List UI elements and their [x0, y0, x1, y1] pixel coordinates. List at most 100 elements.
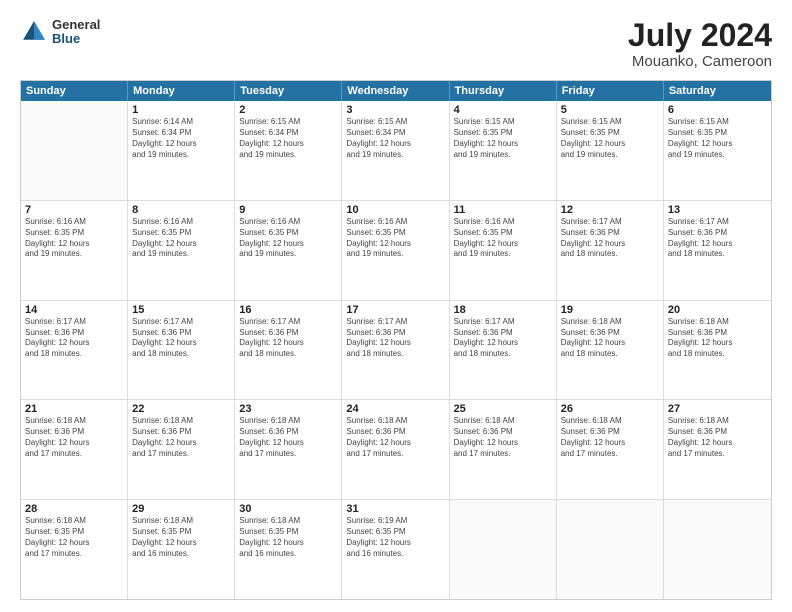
title-block: July 2024 Mouanko, Cameroon	[628, 18, 772, 70]
day-number: 12	[561, 204, 659, 216]
day-number: 15	[132, 304, 230, 316]
day-number: 22	[132, 403, 230, 415]
calendar-day-cell	[557, 500, 664, 599]
calendar-day-cell: 9Sunrise: 6:16 AM Sunset: 6:35 PM Daylig…	[235, 201, 342, 300]
calendar-day-cell: 29Sunrise: 6:18 AM Sunset: 6:35 PM Dayli…	[128, 500, 235, 599]
calendar-day-cell: 3Sunrise: 6:15 AM Sunset: 6:34 PM Daylig…	[342, 101, 449, 200]
day-number: 6	[668, 104, 767, 116]
day-info: Sunrise: 6:18 AM Sunset: 6:36 PM Dayligh…	[668, 416, 767, 459]
calendar-day-cell: 13Sunrise: 6:17 AM Sunset: 6:36 PM Dayli…	[664, 201, 771, 300]
day-number: 1	[132, 104, 230, 116]
logo-blue: Blue	[52, 32, 100, 46]
day-number: 24	[346, 403, 444, 415]
day-info: Sunrise: 6:15 AM Sunset: 6:34 PM Dayligh…	[346, 117, 444, 160]
calendar-day-cell: 28Sunrise: 6:18 AM Sunset: 6:35 PM Dayli…	[21, 500, 128, 599]
day-info: Sunrise: 6:18 AM Sunset: 6:36 PM Dayligh…	[239, 416, 337, 459]
calendar: SundayMondayTuesdayWednesdayThursdayFrid…	[20, 80, 772, 600]
day-number: 23	[239, 403, 337, 415]
day-info: Sunrise: 6:15 AM Sunset: 6:35 PM Dayligh…	[668, 117, 767, 160]
day-info: Sunrise: 6:18 AM Sunset: 6:36 PM Dayligh…	[668, 317, 767, 360]
day-info: Sunrise: 6:17 AM Sunset: 6:36 PM Dayligh…	[454, 317, 552, 360]
day-number: 19	[561, 304, 659, 316]
day-info: Sunrise: 6:18 AM Sunset: 6:36 PM Dayligh…	[346, 416, 444, 459]
calendar-day-cell: 19Sunrise: 6:18 AM Sunset: 6:36 PM Dayli…	[557, 301, 664, 400]
logo-icon	[20, 18, 48, 46]
calendar-day-cell: 8Sunrise: 6:16 AM Sunset: 6:35 PM Daylig…	[128, 201, 235, 300]
day-info: Sunrise: 6:18 AM Sunset: 6:36 PM Dayligh…	[454, 416, 552, 459]
day-number: 31	[346, 503, 444, 515]
calendar-day-cell: 24Sunrise: 6:18 AM Sunset: 6:36 PM Dayli…	[342, 400, 449, 499]
calendar-day-cell: 7Sunrise: 6:16 AM Sunset: 6:35 PM Daylig…	[21, 201, 128, 300]
calendar-header-row: SundayMondayTuesdayWednesdayThursdayFrid…	[21, 81, 771, 101]
day-info: Sunrise: 6:16 AM Sunset: 6:35 PM Dayligh…	[454, 217, 552, 260]
header: General Blue July 2024 Mouanko, Cameroon	[20, 18, 772, 70]
day-info: Sunrise: 6:14 AM Sunset: 6:34 PM Dayligh…	[132, 117, 230, 160]
calendar-day-cell: 5Sunrise: 6:15 AM Sunset: 6:35 PM Daylig…	[557, 101, 664, 200]
calendar-day-cell: 31Sunrise: 6:19 AM Sunset: 6:35 PM Dayli…	[342, 500, 449, 599]
day-info: Sunrise: 6:15 AM Sunset: 6:35 PM Dayligh…	[454, 117, 552, 160]
day-info: Sunrise: 6:18 AM Sunset: 6:35 PM Dayligh…	[25, 516, 123, 559]
day-number: 26	[561, 403, 659, 415]
logo-text: General Blue	[52, 18, 100, 47]
day-info: Sunrise: 6:18 AM Sunset: 6:35 PM Dayligh…	[132, 516, 230, 559]
calendar-header-cell: Tuesday	[235, 81, 342, 101]
day-info: Sunrise: 6:17 AM Sunset: 6:36 PM Dayligh…	[561, 217, 659, 260]
calendar-day-cell: 22Sunrise: 6:18 AM Sunset: 6:36 PM Dayli…	[128, 400, 235, 499]
calendar-day-cell	[21, 101, 128, 200]
day-number: 29	[132, 503, 230, 515]
calendar-day-cell: 11Sunrise: 6:16 AM Sunset: 6:35 PM Dayli…	[450, 201, 557, 300]
day-number: 28	[25, 503, 123, 515]
day-info: Sunrise: 6:18 AM Sunset: 6:36 PM Dayligh…	[561, 416, 659, 459]
calendar-day-cell: 4Sunrise: 6:15 AM Sunset: 6:35 PM Daylig…	[450, 101, 557, 200]
calendar-day-cell	[450, 500, 557, 599]
day-number: 25	[454, 403, 552, 415]
calendar-week-row: 14Sunrise: 6:17 AM Sunset: 6:36 PM Dayli…	[21, 301, 771, 401]
page: General Blue July 2024 Mouanko, Cameroon…	[0, 0, 792, 612]
calendar-body: 1Sunrise: 6:14 AM Sunset: 6:34 PM Daylig…	[21, 101, 771, 599]
calendar-day-cell: 26Sunrise: 6:18 AM Sunset: 6:36 PM Dayli…	[557, 400, 664, 499]
subtitle: Mouanko, Cameroon	[628, 53, 772, 70]
calendar-week-row: 7Sunrise: 6:16 AM Sunset: 6:35 PM Daylig…	[21, 201, 771, 301]
day-info: Sunrise: 6:18 AM Sunset: 6:36 PM Dayligh…	[132, 416, 230, 459]
calendar-day-cell: 20Sunrise: 6:18 AM Sunset: 6:36 PM Dayli…	[664, 301, 771, 400]
calendar-header-cell: Sunday	[21, 81, 128, 101]
day-info: Sunrise: 6:18 AM Sunset: 6:36 PM Dayligh…	[561, 317, 659, 360]
calendar-header-cell: Monday	[128, 81, 235, 101]
calendar-day-cell: 21Sunrise: 6:18 AM Sunset: 6:36 PM Dayli…	[21, 400, 128, 499]
day-info: Sunrise: 6:17 AM Sunset: 6:36 PM Dayligh…	[239, 317, 337, 360]
calendar-header-cell: Saturday	[664, 81, 771, 101]
calendar-day-cell	[664, 500, 771, 599]
calendar-day-cell: 25Sunrise: 6:18 AM Sunset: 6:36 PM Dayli…	[450, 400, 557, 499]
calendar-day-cell: 1Sunrise: 6:14 AM Sunset: 6:34 PM Daylig…	[128, 101, 235, 200]
day-info: Sunrise: 6:16 AM Sunset: 6:35 PM Dayligh…	[239, 217, 337, 260]
calendar-day-cell: 15Sunrise: 6:17 AM Sunset: 6:36 PM Dayli…	[128, 301, 235, 400]
day-info: Sunrise: 6:17 AM Sunset: 6:36 PM Dayligh…	[25, 317, 123, 360]
calendar-header-cell: Friday	[557, 81, 664, 101]
day-number: 9	[239, 204, 337, 216]
day-number: 30	[239, 503, 337, 515]
day-number: 16	[239, 304, 337, 316]
day-number: 20	[668, 304, 767, 316]
main-title: July 2024	[628, 18, 772, 53]
day-number: 17	[346, 304, 444, 316]
day-number: 3	[346, 104, 444, 116]
day-info: Sunrise: 6:15 AM Sunset: 6:35 PM Dayligh…	[561, 117, 659, 160]
calendar-week-row: 1Sunrise: 6:14 AM Sunset: 6:34 PM Daylig…	[21, 101, 771, 201]
calendar-day-cell: 30Sunrise: 6:18 AM Sunset: 6:35 PM Dayli…	[235, 500, 342, 599]
day-number: 5	[561, 104, 659, 116]
calendar-header-cell: Wednesday	[342, 81, 449, 101]
calendar-week-row: 28Sunrise: 6:18 AM Sunset: 6:35 PM Dayli…	[21, 500, 771, 599]
day-info: Sunrise: 6:15 AM Sunset: 6:34 PM Dayligh…	[239, 117, 337, 160]
day-number: 8	[132, 204, 230, 216]
day-info: Sunrise: 6:19 AM Sunset: 6:35 PM Dayligh…	[346, 516, 444, 559]
day-number: 7	[25, 204, 123, 216]
day-number: 13	[668, 204, 767, 216]
day-info: Sunrise: 6:16 AM Sunset: 6:35 PM Dayligh…	[132, 217, 230, 260]
calendar-day-cell: 16Sunrise: 6:17 AM Sunset: 6:36 PM Dayli…	[235, 301, 342, 400]
logo: General Blue	[20, 18, 100, 47]
day-info: Sunrise: 6:17 AM Sunset: 6:36 PM Dayligh…	[346, 317, 444, 360]
day-number: 21	[25, 403, 123, 415]
calendar-day-cell: 2Sunrise: 6:15 AM Sunset: 6:34 PM Daylig…	[235, 101, 342, 200]
calendar-day-cell: 17Sunrise: 6:17 AM Sunset: 6:36 PM Dayli…	[342, 301, 449, 400]
day-info: Sunrise: 6:16 AM Sunset: 6:35 PM Dayligh…	[25, 217, 123, 260]
